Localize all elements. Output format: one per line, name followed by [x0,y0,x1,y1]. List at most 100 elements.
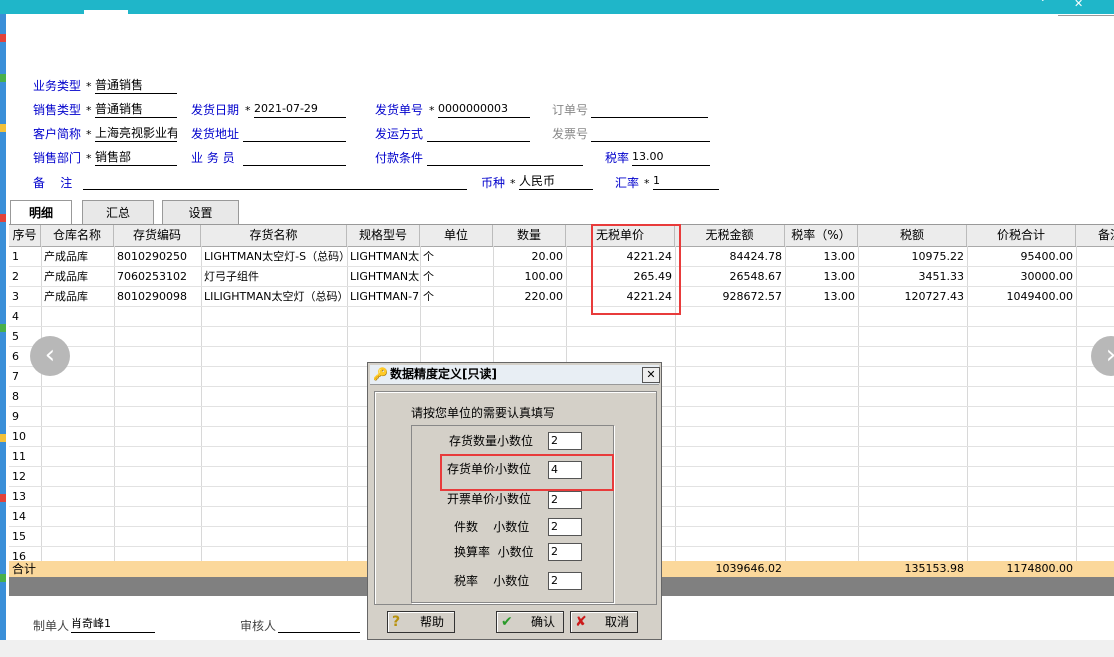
currency-field[interactable]: 人民币 [519,173,593,190]
grid-cell[interactable]: 928672.57 [675,287,785,307]
exchange-field[interactable]: 1 [653,173,719,190]
col-header[interactable]: 税额 [858,225,967,246]
order-no-field[interactable] [591,101,708,118]
col-header[interactable]: 无税金额 [675,225,785,246]
grid-cell[interactable]: 13.00 [785,247,858,267]
grid-cell[interactable]: LIGHTMAN太空灯-S（总码） [201,247,347,267]
grid-cell[interactable]: 7060253102 [114,267,201,287]
grid-cell[interactable]: 20.00 [493,247,566,267]
help-button[interactable]: ? 帮助 [387,611,455,633]
row-number[interactable]: 9 [9,407,41,427]
pay-terms-field[interactable] [427,149,583,166]
cancel-button[interactable]: ✘ 取消 [570,611,638,633]
grid-cell[interactable]: 8010290250 [114,247,201,267]
grid-cell[interactable]: 个 [420,267,493,287]
row-number[interactable]: 15 [9,527,41,547]
tax-rate-field[interactable]: 13.00 [632,149,710,166]
col-header[interactable]: 数量 [493,225,566,246]
total-sum: 1174800.00 [1006,562,1073,575]
col-header[interactable]: 序号 [9,225,41,246]
ship-method-field[interactable] [427,125,530,142]
grid-cell[interactable]: 100.00 [493,267,566,287]
col-header[interactable]: 单位 [420,225,493,246]
title-bar: ˅ ✕ [0,0,1114,14]
grid-cell[interactable]: 个 [420,247,493,267]
close-icon[interactable]: ✕ [1074,0,1083,10]
key-icon: 🔑 [373,367,388,381]
grid-cell[interactable]: 95400.00 [967,247,1076,267]
col-header[interactable]: 税率（%） [785,225,858,246]
row-number[interactable]: 10 [9,427,41,447]
remark-field[interactable] [83,173,467,190]
col-header[interactable]: 存货编码 [114,225,201,246]
conversion-decimals-input[interactable]: 2 [548,543,582,561]
dialog-close-button[interactable]: ✕ [642,367,660,383]
row-number[interactable]: 2 [9,267,41,287]
ok-button[interactable]: ✔ 确认 [496,611,564,633]
col-header[interactable]: 存货名称 [201,225,347,246]
grid-cell[interactable]: 个 [420,287,493,307]
grid-cell[interactable]: 1049400.00 [967,287,1076,307]
tab-summary[interactable]: 汇总 [82,200,154,225]
grid-cell[interactable]: LIGHTMAN太空 [347,247,420,267]
row-number[interactable]: 8 [9,387,41,407]
row-number[interactable]: 13 [9,487,41,507]
grid-cell[interactable]: 灯弓子组件 [201,267,347,287]
x-icon: ✘ [575,614,587,630]
col-header[interactable]: 规格型号 [347,225,420,246]
reviewer-field[interactable] [278,616,360,633]
customer-field[interactable]: 上海亮视影业有 [95,125,177,142]
ship-addr-field[interactable] [243,125,346,142]
row-number[interactable]: 11 [9,447,41,467]
grid-cell[interactable]: 84424.78 [675,247,785,267]
row-number[interactable]: 14 [9,507,41,527]
divider [1058,15,1114,16]
grid-cell[interactable]: LIGHTMAN-720 [347,287,420,307]
dept-field[interactable]: 销售部 [95,149,177,166]
maker-field[interactable]: 肖奇峰1 [71,616,155,633]
chevron-down-icon[interactable]: ˅ [1040,0,1046,10]
col-header[interactable]: 备注 [1076,225,1114,246]
window-tab[interactable] [84,10,128,14]
ship-date-label: 发货日期 [191,103,240,117]
grid-cell[interactable]: 3451.33 [858,267,967,287]
grid-cell[interactable]: 30000.00 [967,267,1076,287]
row-number[interactable]: 1 [9,247,41,267]
grid-cell[interactable]: 产成品库 [41,287,114,307]
ship-no-field[interactable]: 0000000003 [438,101,530,118]
tax-rate-label: 税率 [605,151,630,165]
row-number[interactable]: 4 [9,307,41,327]
grid-cell[interactable]: 220.00 [493,287,566,307]
dialog-title-bar[interactable]: 🔑 数据精度定义[只读] ✕ [370,365,660,385]
tax-decimals-input[interactable]: 2 [548,572,582,590]
grid-cell[interactable]: 13.00 [785,287,858,307]
row-number[interactable]: 12 [9,467,41,487]
pieces-decimals-input[interactable]: 2 [548,518,582,536]
biz-type-field[interactable]: 普通销售 [95,77,177,94]
grid-cell[interactable]: 10975.22 [858,247,967,267]
salesman-field[interactable] [243,149,346,166]
tab-detail[interactable]: 明细 [10,200,72,226]
grid-cell[interactable]: 120727.43 [858,287,967,307]
qty-decimals-input[interactable]: 2 [548,432,582,450]
row-number[interactable]: 3 [9,287,41,307]
grid-cell[interactable]: LIGHTMAN太空 [347,267,420,287]
grid-cell[interactable]: LILIGHTMAN太空灯（总码） [201,287,347,307]
grid-cell[interactable]: 产成品库 [41,267,114,287]
highlight-price-column [591,224,681,315]
tab-settings[interactable]: 设置 [162,200,239,225]
prev-arrow-icon[interactable]: ‹ [30,336,70,376]
invoice-price-decimals-input[interactable]: 2 [548,491,582,509]
ship-addr-label: 发货地址 [191,127,240,141]
grid-cell[interactable]: 8010290098 [114,287,201,307]
ship-date-field[interactable]: 2021-07-29 [254,101,346,118]
col-header[interactable]: 仓库名称 [41,225,114,246]
field-label: 存货数量小数位 [449,434,534,448]
grid-cell[interactable]: 产成品库 [41,247,114,267]
col-header[interactable]: 价税合计 [967,225,1076,246]
invoice-no-field[interactable] [591,125,710,142]
grid-cell[interactable]: 26548.67 [675,267,785,287]
sale-type-field[interactable]: 普通销售 [95,101,177,118]
total-label: 合计 [12,562,37,576]
grid-cell[interactable]: 13.00 [785,267,858,287]
